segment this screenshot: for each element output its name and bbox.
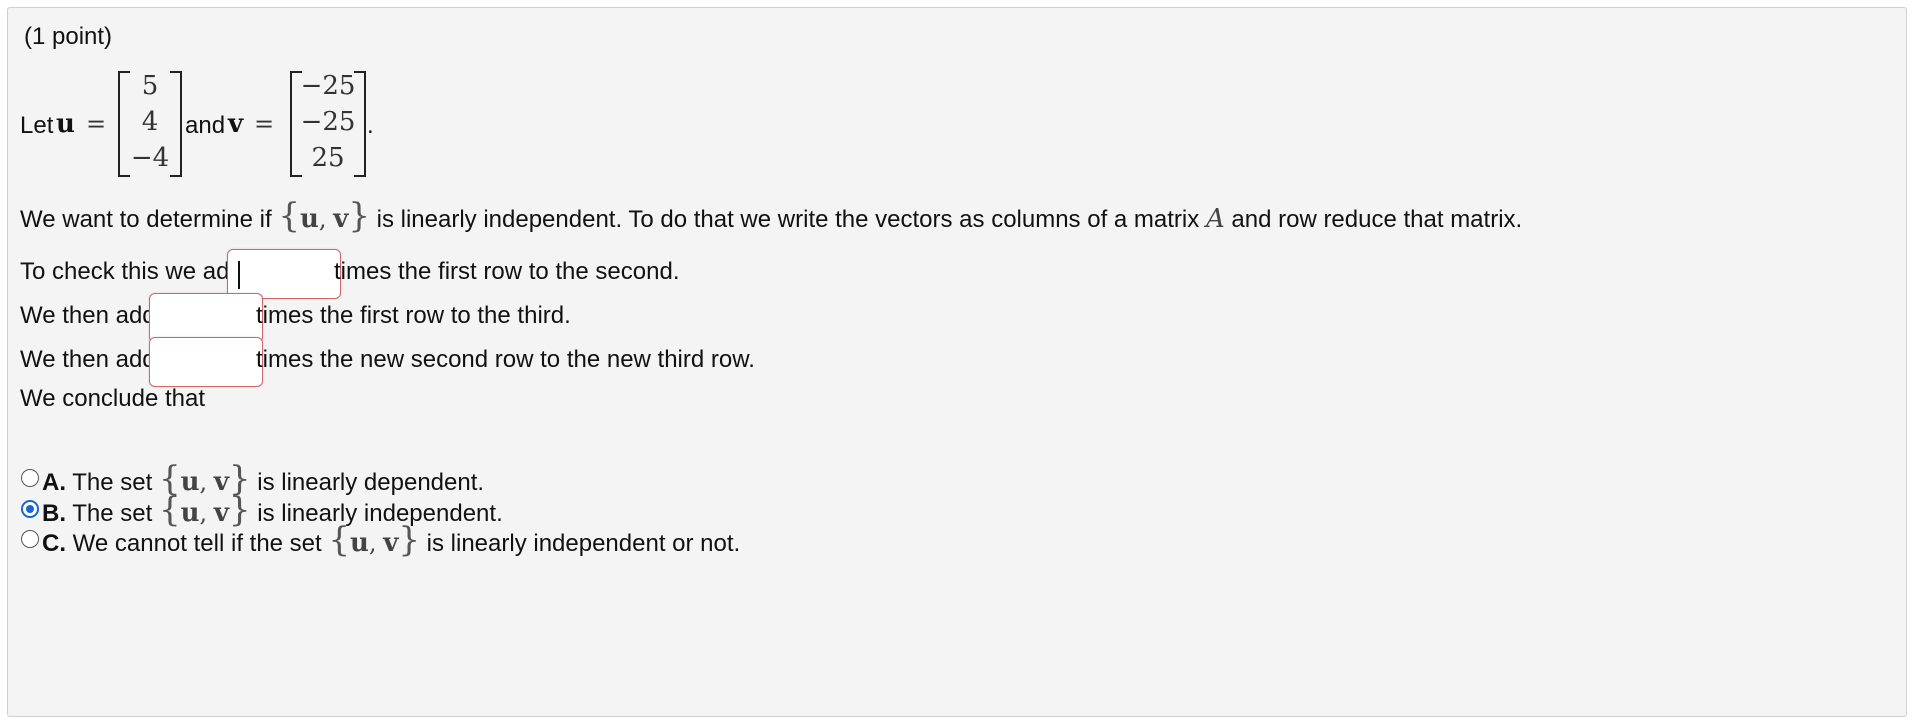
sentence-period: . bbox=[367, 112, 374, 139]
step-3-prefix: We then add bbox=[20, 346, 156, 373]
set-close-brace: } bbox=[348, 196, 370, 236]
points-label: (1 point) bbox=[24, 23, 113, 50]
set-v: v bbox=[383, 528, 399, 558]
text-caret bbox=[238, 261, 240, 289]
option-a-suffix: is linearly dependent. bbox=[257, 469, 485, 496]
set-u: u bbox=[350, 528, 369, 558]
vector-v-symbol: v bbox=[228, 109, 244, 139]
intro-part-3: and row reduce that matrix. bbox=[1231, 206, 1523, 233]
set-close-brace: } bbox=[228, 490, 251, 530]
intro-part-1: We want to determine if bbox=[20, 206, 272, 233]
matrix-a-symbol: A bbox=[1205, 204, 1225, 234]
intro-part-2: is linearly independent. To do that we w… bbox=[376, 206, 1200, 233]
option-c-prefix: We cannot tell if the set bbox=[72, 530, 322, 557]
vector-u-matrix: 5 4 −4 bbox=[118, 69, 182, 179]
step-2-suffix: times the first row to the third. bbox=[256, 302, 571, 329]
step-1-answer-input[interactable] bbox=[227, 249, 341, 299]
and-label: and bbox=[185, 112, 226, 139]
option-c-text: C. We cannot tell if the set {u, v} is l… bbox=[42, 523, 741, 558]
option-c-radio[interactable] bbox=[21, 530, 39, 548]
set-u: u bbox=[180, 498, 200, 528]
set-comma: , bbox=[318, 205, 327, 233]
option-c-suffix: is linearly independent or not. bbox=[426, 530, 741, 557]
option-b-suffix: is linearly independent. bbox=[257, 500, 503, 527]
step-1-suffix: times the first row to the second. bbox=[334, 258, 680, 285]
set-open-brace: { bbox=[158, 490, 181, 530]
option-b-radio[interactable] bbox=[21, 500, 39, 518]
right-bracket bbox=[354, 71, 366, 177]
set-open-brace: { bbox=[278, 196, 300, 236]
intro-sentence: We want to determine if {u, v} is linear… bbox=[20, 199, 1523, 234]
set-comma: , bbox=[199, 499, 208, 527]
set-comma: , bbox=[199, 468, 208, 496]
set-v: v bbox=[333, 204, 349, 234]
vector-v-matrix: −25 −25 25 bbox=[290, 69, 366, 179]
set-u: u bbox=[299, 204, 319, 234]
step-1-prefix: To check this we add bbox=[20, 258, 243, 285]
option-a-prefix: The set bbox=[72, 469, 153, 496]
option-c-letter: C. bbox=[42, 530, 66, 557]
option-b-prefix: The set bbox=[72, 500, 153, 527]
right-bracket bbox=[170, 71, 182, 177]
set-comma: , bbox=[368, 529, 377, 557]
step-2-prefix: We then add bbox=[20, 302, 156, 329]
set-u: u bbox=[180, 467, 200, 497]
vector-u-symbol: u bbox=[56, 109, 75, 139]
set-v: v bbox=[213, 498, 229, 528]
let-label: Let bbox=[20, 112, 54, 139]
option-a-letter: A. bbox=[42, 469, 66, 496]
step-2-answer-input[interactable] bbox=[149, 293, 263, 343]
step-3-answer-input[interactable] bbox=[149, 337, 263, 387]
problem-panel: (1 point) Let u = 5 4 −4 and v = −25 −25… bbox=[7, 7, 1907, 717]
step-3-suffix: times the new second row to the new thir… bbox=[256, 346, 755, 373]
conclusion-label: We conclude that bbox=[20, 385, 206, 412]
equals-sign-v: = bbox=[254, 110, 275, 138]
option-a-radio[interactable] bbox=[21, 469, 39, 487]
option-b-text: B. The set {u, v} is linearly independen… bbox=[42, 493, 503, 528]
equals-sign-u: = bbox=[86, 110, 107, 138]
set-close-brace: } bbox=[398, 520, 420, 560]
set-v: v bbox=[213, 467, 229, 497]
option-a-text: A. The set {u, v} is linearly dependent. bbox=[42, 462, 485, 497]
set-open-brace: { bbox=[328, 520, 351, 560]
option-b-letter: B. bbox=[42, 500, 66, 527]
